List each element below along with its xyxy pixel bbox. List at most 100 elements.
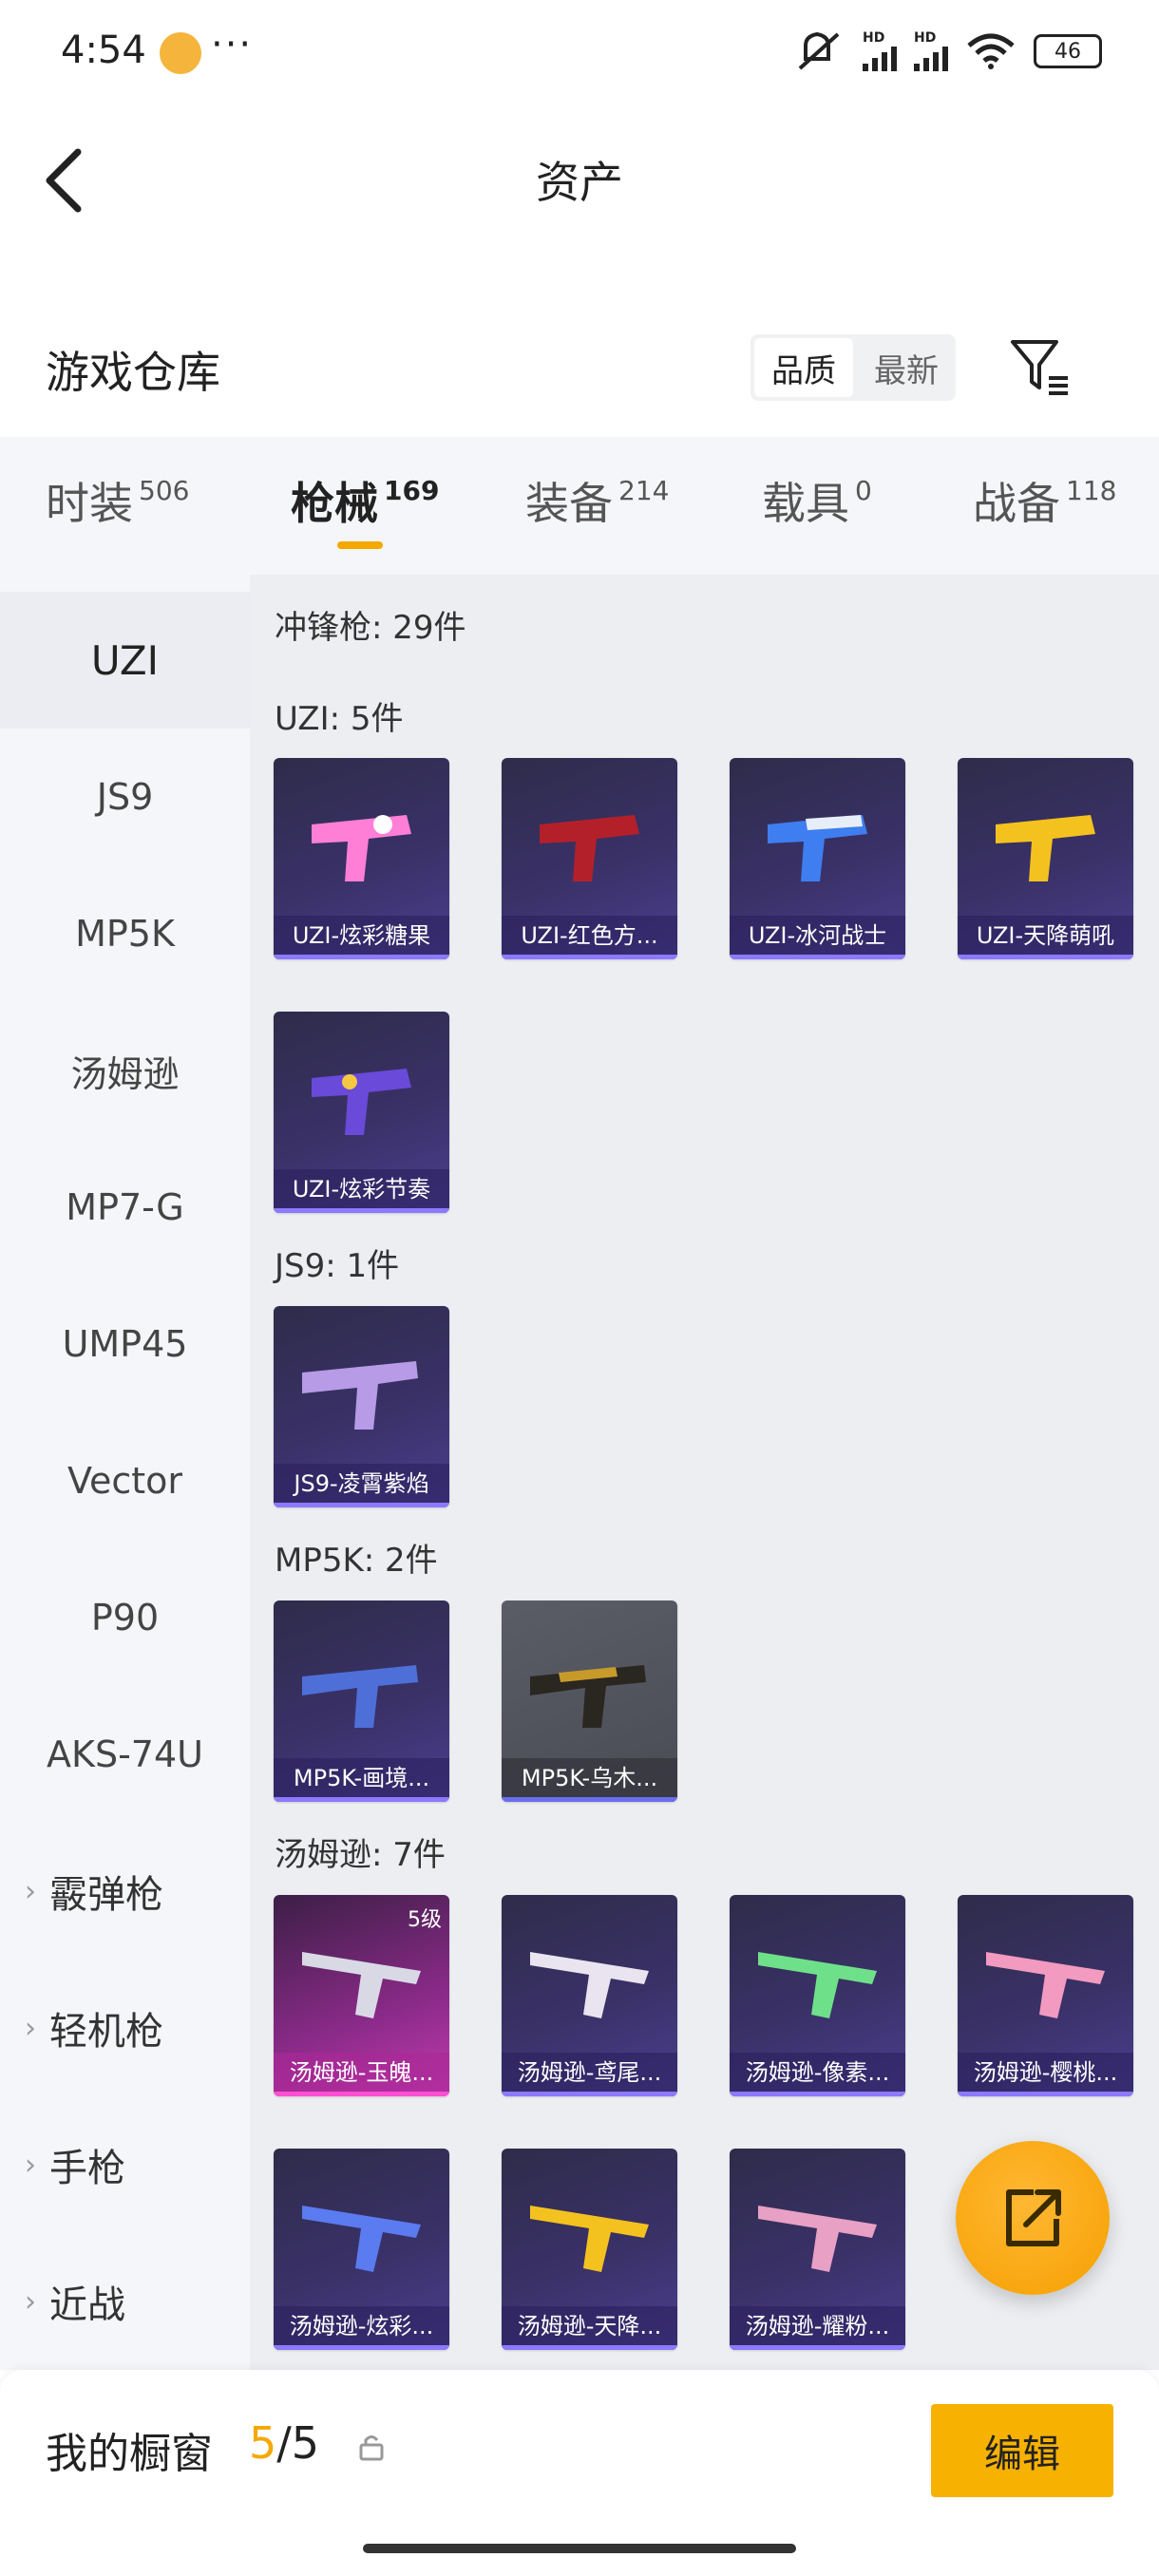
- section-label-mp5k: MP5K: 2件: [275, 1542, 438, 1580]
- item-name: MP5K-画境...: [274, 1758, 449, 1802]
- hd-label-2: HD: [914, 30, 937, 46]
- category-tabs: 时装 506 枪械 169 装备 214 载具 0 战备 118: [0, 437, 1159, 575]
- sidebar-group-pistol[interactable]: › 手枪: [0, 2096, 250, 2233]
- tab-guns[interactable]: 枪械 169: [291, 469, 439, 532]
- item-name: UZI-红色方...: [502, 916, 677, 959]
- thompson-weapon-icon: [986, 1952, 1105, 2018]
- status-icons: HD HD 46: [796, 30, 1102, 72]
- status-time: 4:54: [61, 28, 146, 72]
- item-name: MP5K-乌木...: [502, 1758, 677, 1802]
- tab-count: 0: [855, 475, 872, 506]
- sidebar-item-p90[interactable]: P90: [0, 1549, 250, 1686]
- item-card[interactable]: JS9-凌霄紫焰: [274, 1306, 449, 1507]
- item-name: UZI-炫彩节奏: [274, 1169, 449, 1213]
- sidebar-item-aks74u[interactable]: AKS-74U: [0, 1686, 250, 1823]
- item-card[interactable]: MP5K-乌木...: [502, 1601, 677, 1802]
- warehouse-title: 游戏仓库: [46, 347, 220, 398]
- sidebar-group-label: 近战: [49, 2283, 125, 2327]
- signal-bars-icon: [863, 45, 897, 71]
- mute-icon: [798, 31, 840, 70]
- wifi-icon: [967, 33, 1015, 69]
- sidebar-group-label: 轻机枪: [49, 2010, 163, 2054]
- thompson-weapon-icon: [530, 2206, 649, 2272]
- sidebar-item-vector[interactable]: Vector: [0, 1412, 250, 1549]
- lock-icon: [359, 2435, 384, 2461]
- sort-newest-button[interactable]: 最新: [857, 334, 956, 401]
- tab-count: 506: [139, 475, 190, 506]
- sidebar-item-mp7g[interactable]: MP7-G: [0, 1139, 250, 1276]
- battery-icon: 46: [1034, 34, 1102, 68]
- edit-button[interactable]: 编辑: [931, 2404, 1113, 2497]
- sidebar-item-mp5k[interactable]: MP5K: [0, 865, 250, 1002]
- showcase-label: 我的橱窗: [46, 2430, 213, 2478]
- showcase-count: 5/5: [249, 2417, 319, 2469]
- tab-label: 枪械: [291, 478, 378, 529]
- section-label-uzi: UZI: 5件: [275, 700, 404, 738]
- item-card[interactable]: UZI-炫彩糖果: [274, 758, 449, 959]
- showcase-count-sep: /: [276, 2417, 292, 2469]
- tab-label: 时装: [46, 478, 133, 529]
- item-card[interactable]: UZI-红色方...: [502, 758, 677, 959]
- item-card[interactable]: 汤姆逊-鸢尾...: [502, 1895, 677, 2096]
- item-name: UZI-炫彩糖果: [274, 916, 449, 959]
- sidebar-item-thompson[interactable]: 汤姆逊: [0, 1002, 250, 1139]
- status-more-icon: ···: [211, 23, 254, 66]
- sidebar-group-melee[interactable]: › 近战: [0, 2233, 250, 2370]
- chevron-right-icon: ›: [25, 2011, 36, 2045]
- js9-weapon-icon: [302, 1361, 418, 1430]
- active-tab-indicator: [337, 541, 383, 549]
- item-card[interactable]: 汤姆逊-樱桃...: [958, 1895, 1133, 2096]
- item-name: 汤姆逊-炫彩...: [274, 2306, 449, 2350]
- home-indicator[interactable]: [363, 2544, 796, 2553]
- warehouse-row: 游戏仓库 品质 最新: [0, 313, 1159, 427]
- item-card[interactable]: 汤姆逊-炫彩...: [274, 2149, 449, 2350]
- item-card[interactable]: UZI-天降萌吼: [958, 758, 1133, 959]
- page-title: 资产: [536, 157, 623, 208]
- chevron-right-icon: ›: [25, 2284, 36, 2319]
- item-card[interactable]: 汤姆逊-像素...: [730, 1895, 905, 2096]
- mp5k-weapon-icon: [302, 1665, 418, 1728]
- chevron-right-icon: ›: [25, 2148, 36, 2182]
- item-card[interactable]: 5级 汤姆逊-玉魄...: [274, 1895, 449, 2096]
- item-card[interactable]: UZI-炫彩节奏: [274, 1012, 449, 1213]
- sidebar-group-label: 手枪: [49, 2147, 125, 2190]
- tab-supplies[interactable]: 战备 118: [973, 469, 1116, 532]
- mp5k-weapon-icon: [530, 1665, 646, 1728]
- filter-icon[interactable]: [1007, 334, 1074, 401]
- uzi-weapon-icon: [312, 1069, 411, 1135]
- sort-toggle: 品质 最新: [750, 334, 956, 401]
- item-name: 汤姆逊-鸢尾...: [502, 2053, 677, 2096]
- section-label-js9: JS9: 1件: [275, 1247, 400, 1285]
- uzi-weapon-icon: [996, 815, 1095, 881]
- sidebar-group-shotgun[interactable]: › 霰弹枪: [0, 1823, 250, 1960]
- tab-label: 战备: [973, 478, 1060, 529]
- sidebar-item-ump45[interactable]: UMP45: [0, 1276, 250, 1412]
- item-name: UZI-天降萌吼: [958, 916, 1133, 959]
- status-bar: 4:54 ··· HD HD 46: [0, 0, 1159, 104]
- sidebar-item-uzi[interactable]: UZI: [0, 592, 250, 729]
- tab-count: 214: [618, 475, 670, 506]
- item-grid: 冲锋枪: 29件 UZI: 5件 UZI-炫彩糖果 UZI-红色方... UZI…: [250, 575, 1159, 2370]
- item-card[interactable]: 汤姆逊-天降...: [502, 2149, 677, 2350]
- thompson-weapon-icon: [302, 2206, 421, 2272]
- sort-quality-button[interactable]: 品质: [754, 338, 853, 397]
- sidebar-item-js9[interactable]: JS9: [0, 729, 250, 865]
- showcase-count-total: 5: [291, 2417, 320, 2469]
- thompson-weapon-icon: [758, 2206, 877, 2272]
- tab-count: 169: [384, 475, 440, 506]
- sidebar-group-lmg[interactable]: › 轻机枪: [0, 1960, 250, 2096]
- signal-1: HD: [863, 31, 897, 71]
- share-icon: [1006, 2189, 1061, 2246]
- share-button[interactable]: [956, 2141, 1110, 2295]
- item-card[interactable]: 汤姆逊-耀粉...: [730, 2149, 905, 2350]
- tab-equipment[interactable]: 装备 214: [525, 469, 669, 532]
- item-card[interactable]: MP5K-画境...: [274, 1601, 449, 1802]
- hd-label-1: HD: [863, 30, 885, 46]
- thompson-weapon-icon: [758, 1952, 877, 2018]
- item-name: 汤姆逊-玉魄...: [274, 2053, 449, 2096]
- item-name: 汤姆逊-樱桃...: [958, 2053, 1133, 2096]
- tab-vehicles[interactable]: 载具 0: [762, 469, 872, 532]
- chevron-right-icon: ›: [25, 1874, 36, 1908]
- item-card[interactable]: UZI-冰河战士: [730, 758, 905, 959]
- tab-fashion[interactable]: 时装 506: [46, 469, 189, 532]
